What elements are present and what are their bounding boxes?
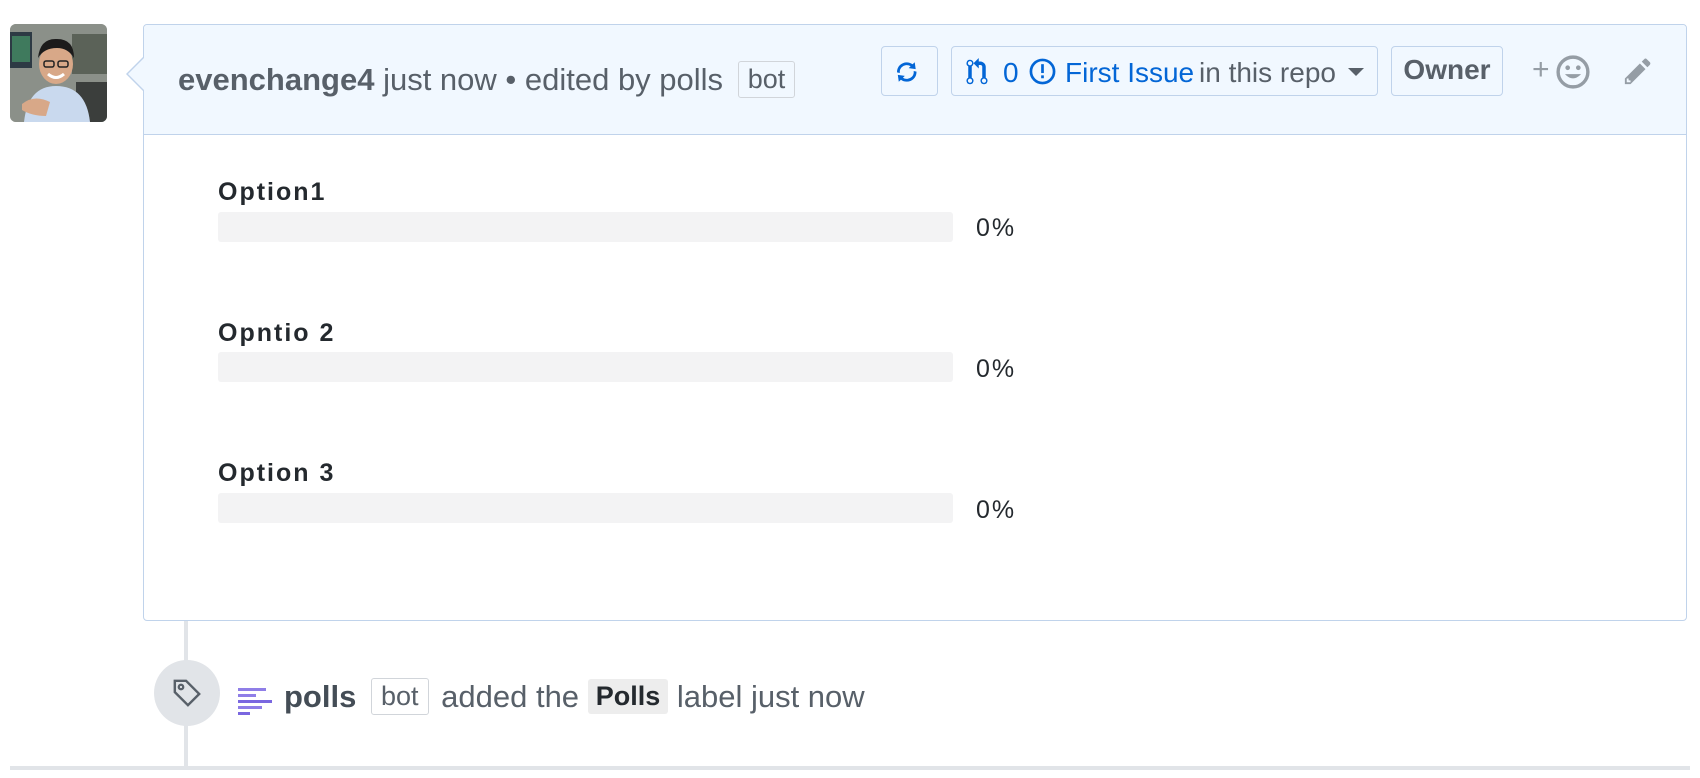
comment-card: evenchange4 just now • edited by polls b… — [143, 24, 1687, 621]
issue-scope-text: in this repo — [1199, 57, 1336, 88]
label-added-event: polls bot added the Polls label just now — [238, 678, 865, 715]
pull-request-icon — [966, 58, 988, 85]
poll-option-label: Option 3 — [218, 459, 336, 487]
bot-badge: bot — [370, 678, 429, 715]
poll-option-bar — [218, 212, 953, 242]
add-reaction-button[interactable]: + — [1532, 53, 1590, 89]
comment-pointer-fill — [128, 58, 144, 90]
refresh-button[interactable] — [881, 46, 938, 96]
comment-header: evenchange4 just now • edited by polls b… — [144, 25, 1686, 135]
tag-event-badge — [154, 660, 220, 726]
poll-option-label: Opntio 2 — [218, 319, 336, 347]
poll-option-percent: 0% — [976, 214, 1017, 242]
pencil-icon[interactable] — [1623, 56, 1653, 86]
comment-meta: evenchange4 just now • edited by polls b… — [178, 61, 796, 98]
event-timestamp[interactable]: label just now — [677, 679, 865, 714]
first-issue-dropdown[interactable]: 0 First Issue in this repo — [951, 46, 1378, 96]
first-issue-link[interactable]: First Issue — [1065, 57, 1194, 89]
smiley-icon — [1556, 55, 1590, 89]
tag-icon — [173, 679, 201, 707]
comment-timestamp[interactable]: just now • edited by polls — [383, 62, 723, 97]
timeline-divider — [10, 766, 1690, 770]
poll-option-percent: 0% — [976, 496, 1017, 524]
chevron-down-icon — [1348, 68, 1364, 76]
poll-option-bar — [218, 493, 953, 523]
poll-option-label: Option1 — [218, 178, 327, 206]
event-actor-link[interactable]: polls — [284, 679, 356, 714]
poll-option-bar — [218, 352, 953, 382]
author-avatar[interactable] — [10, 24, 107, 122]
bot-badge: bot — [737, 61, 796, 98]
poll-option-percent: 0% — [976, 355, 1017, 383]
plus-icon: + — [1532, 53, 1550, 86]
event-action-text: added the — [441, 679, 580, 714]
linked-pr-count: 0 — [1003, 57, 1019, 88]
author-link[interactable]: evenchange4 — [178, 62, 374, 97]
sync-icon — [897, 62, 917, 82]
owner-badge: Owner — [1391, 46, 1503, 96]
issue-opened-icon — [1029, 58, 1056, 85]
polls-label[interactable]: Polls — [587, 679, 669, 714]
